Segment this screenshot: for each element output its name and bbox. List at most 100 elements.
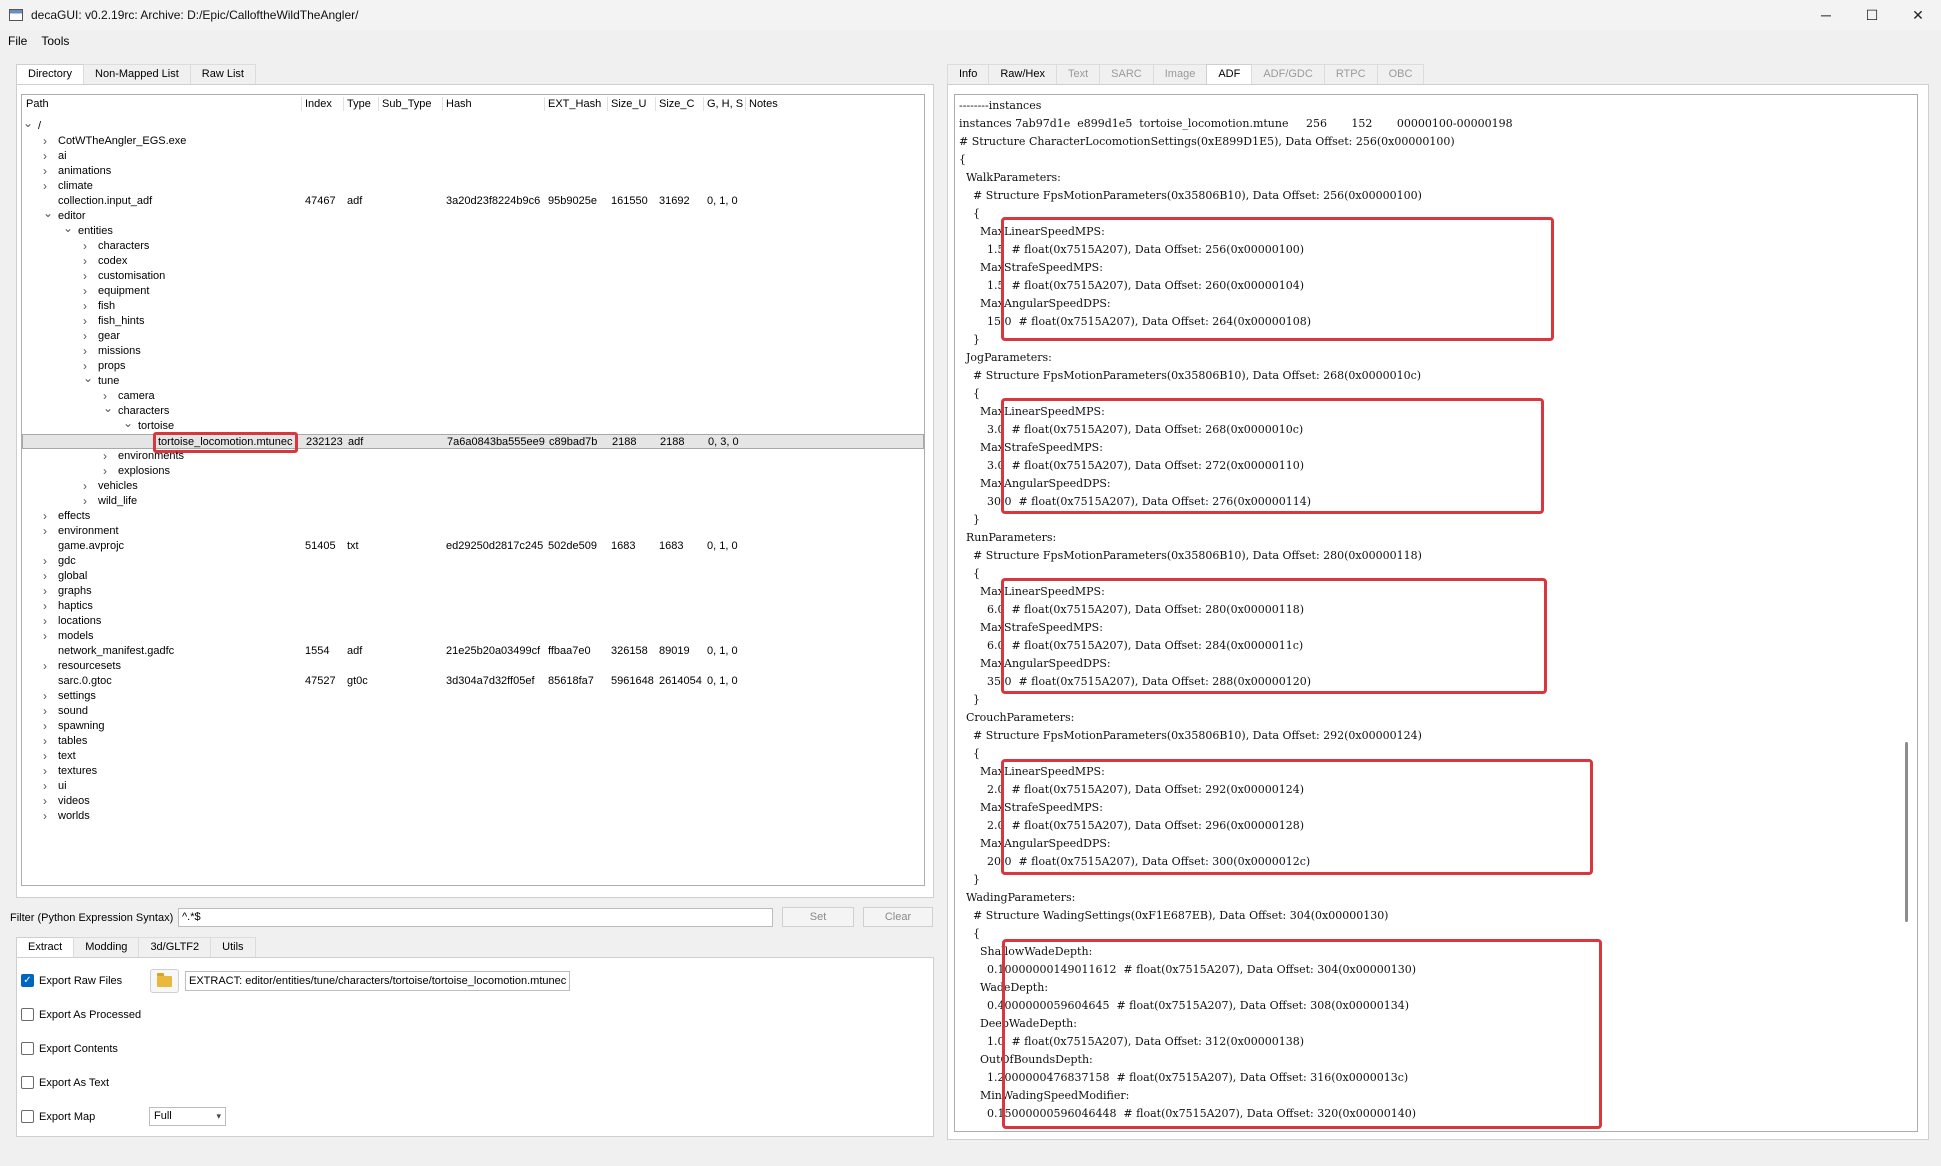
column-header-size-c[interactable]: Size_C [659, 98, 694, 110]
tree-row[interactable]: › fish_hints [22, 314, 924, 329]
tree-row[interactable]: ⌄ tune [22, 371, 924, 389]
export-as-text-checkbox[interactable] [21, 1076, 34, 1089]
export-map-checkbox[interactable] [21, 1110, 34, 1123]
adf-scrollbar[interactable] [1905, 742, 1908, 922]
tree-row[interactable]: › ui [22, 779, 924, 794]
directory-tree[interactable]: Path Index Type Sub_Type Hash EXT_Hash Size_U S… [21, 94, 925, 886]
export-raw-files-option[interactable]: ✓ Export Raw Files [21, 974, 122, 987]
menu-file[interactable]: File [8, 34, 27, 48]
chevron-right-icon[interactable]: › [43, 629, 47, 644]
export-map-option[interactable]: Export Map [21, 1110, 95, 1123]
chevron-right-icon[interactable]: › [43, 524, 47, 539]
tree-row[interactable]: › CotWTheAngler_EGS.exe [22, 134, 924, 149]
chevron-right-icon[interactable]: › [43, 704, 47, 719]
tree-row[interactable]: › resourcesets [22, 659, 924, 674]
column-separator[interactable] [745, 97, 746, 111]
tree-row[interactable]: › camera [22, 389, 924, 404]
chevron-right-icon[interactable]: › [43, 809, 47, 824]
set-button[interactable]: Set [782, 907, 854, 927]
adf-text-view[interactable]: --------instances instances 7ab97d1e e899… [954, 94, 1918, 1132]
tree-row[interactable]: ⌄ / [22, 116, 924, 134]
chevron-right-icon[interactable]: › [43, 134, 47, 149]
chevron-right-icon[interactable]: › [83, 269, 87, 284]
chevron-right-icon[interactable]: › [43, 584, 47, 599]
export-contents-checkbox[interactable] [21, 1042, 34, 1055]
menu-tools[interactable]: Tools [41, 34, 69, 48]
column-header-ext-hash[interactable]: EXT_Hash [548, 98, 601, 110]
tree-row[interactable]: › missions [22, 344, 924, 359]
export-raw-files-checkbox[interactable]: ✓ [21, 974, 34, 987]
column-separator[interactable] [703, 97, 704, 111]
export-contents-option[interactable]: Export Contents [21, 1042, 118, 1055]
tab-3d-gltf2[interactable]: 3d/GLTF2 [138, 937, 212, 957]
tree-row[interactable]: collection.input_adf 47467 adf 3a20d23f8224… [22, 194, 924, 209]
tree-row[interactable]: game.avprojc 51405 txt ed29250d2817c245 502d… [22, 539, 924, 554]
export-as-text-option[interactable]: Export As Text [21, 1076, 109, 1089]
chevron-right-icon[interactable]: › [43, 794, 47, 809]
tree-row[interactable]: ⌄ entities [22, 221, 924, 239]
column-header-notes[interactable]: Notes [749, 98, 778, 110]
tab-adf[interactable]: ADF [1206, 64, 1253, 84]
export-as-processed-option[interactable]: Export As Processed [21, 1008, 141, 1021]
tree-row[interactable]: › environments [22, 449, 924, 464]
tree-row[interactable]: › graphs [22, 584, 924, 599]
column-separator[interactable] [607, 97, 608, 111]
tab-adf-gdc[interactable]: ADF/GDC [1251, 64, 1325, 84]
chevron-right-icon[interactable]: › [43, 569, 47, 584]
tree-row[interactable]: › gdc [22, 554, 924, 569]
tree-row[interactable]: › climate [22, 179, 924, 194]
chevron-right-icon[interactable]: › [103, 449, 107, 464]
tree-row[interactable]: › fish [22, 299, 924, 314]
tab-raw-list[interactable]: Raw List [189, 64, 256, 84]
tree-row[interactable]: › wild_life [22, 494, 924, 509]
tree-row[interactable]: ⌄ characters [22, 401, 924, 419]
close-button[interactable]: ✕ [1895, 0, 1941, 30]
tab-sarc[interactable]: SARC [1099, 64, 1154, 84]
tree-row[interactable]: › customisation [22, 269, 924, 284]
chevron-right-icon[interactable]: › [83, 254, 87, 269]
tree-row[interactable]: › codex [22, 254, 924, 269]
chevron-right-icon[interactable]: › [43, 149, 47, 164]
column-header-g-h-s[interactable]: G, H, S [707, 98, 743, 110]
chevron-down-icon[interactable]: ⌄ [123, 416, 133, 431]
column-separator[interactable] [378, 97, 379, 111]
tree-row[interactable]: › vehicles [22, 479, 924, 494]
tree-row[interactable]: › props [22, 359, 924, 374]
tree-row[interactable]: ⌄ editor [22, 206, 924, 224]
chevron-right-icon[interactable]: › [83, 344, 87, 359]
tree-row[interactable]: › ai [22, 149, 924, 164]
chevron-down-icon[interactable]: ⌄ [83, 371, 93, 386]
tree-row[interactable]: › environment [22, 524, 924, 539]
clear-button[interactable]: Clear [863, 907, 933, 927]
browse-folder-button[interactable] [150, 969, 179, 993]
tree-row[interactable]: › text [22, 749, 924, 764]
minimize-button[interactable]: ─ [1803, 0, 1849, 30]
tree-row[interactable]: › characters [22, 239, 924, 254]
tree-row[interactable]: network_manifest.gadfc 1554 adf 21e25b20a03… [22, 644, 924, 659]
tree-row[interactable]: › effects [22, 509, 924, 524]
tree-row[interactable]: › locations [22, 614, 924, 629]
chevron-right-icon[interactable]: › [83, 314, 87, 329]
column-header-size-u[interactable]: Size_U [611, 98, 646, 110]
column-header-type[interactable]: Type [347, 98, 371, 110]
tab-text[interactable]: Text [1055, 64, 1101, 84]
tree-row[interactable]: sarc.0.gtoc 47527 gt0c 3d304a7d32ff05ef 8561… [22, 674, 924, 689]
tab-extract[interactable]: Extract [16, 937, 75, 957]
chevron-down-icon[interactable]: ⌄ [23, 116, 33, 131]
column-separator[interactable] [343, 97, 344, 111]
tree-row[interactable]: › animations [22, 164, 924, 179]
extract-path-field[interactable]: EXTRACT: editor/entities/tune/characters… [185, 971, 570, 991]
tree-row[interactable]: › tables [22, 734, 924, 749]
tree-row[interactable]: › haptics [22, 599, 924, 614]
column-separator[interactable] [544, 97, 545, 111]
column-separator[interactable] [301, 97, 302, 111]
tab-rtpc[interactable]: RTPC [1323, 64, 1378, 84]
chevron-right-icon[interactable]: › [43, 614, 47, 629]
chevron-right-icon[interactable]: › [43, 554, 47, 569]
tree-row[interactable]: › equipment [22, 284, 924, 299]
chevron-right-icon[interactable]: › [43, 164, 47, 179]
tree-row[interactable]: › explosions [22, 464, 924, 479]
tree-row[interactable]: › videos [22, 794, 924, 809]
column-separator[interactable] [442, 97, 443, 111]
chevron-right-icon[interactable]: › [43, 719, 47, 734]
